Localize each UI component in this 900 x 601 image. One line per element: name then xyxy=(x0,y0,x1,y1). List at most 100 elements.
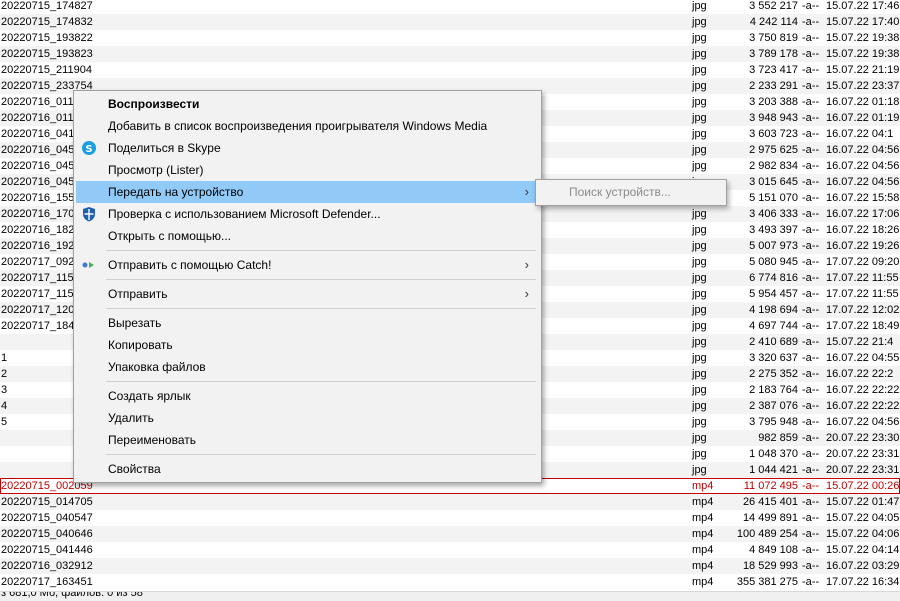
file-size: 355 381 275 xyxy=(736,576,798,588)
file-date: 16.07.22 04:1 xyxy=(826,128,894,140)
file-name: 1 xyxy=(1,352,8,364)
context-menu[interactable]: Воспроизвести Добавить в список воспроизв… xyxy=(73,90,542,483)
file-date: 17.07.22 11:55 xyxy=(826,288,899,300)
file-name: 20220716_041 xyxy=(1,128,75,140)
file-row[interactable]: 20220715_040547 mp4 14 499 891 -a-- 15.07.22… xyxy=(0,510,900,526)
file-date: 15.07.22 04:06 xyxy=(826,528,900,540)
menu-item[interactable]: Упаковка файлов xyxy=(76,356,539,378)
file-attr: -a-- xyxy=(802,144,820,156)
file-attr: -a-- xyxy=(802,128,820,140)
file-size: 3 406 333 xyxy=(749,208,798,220)
file-date: 16.07.22 17:06 xyxy=(826,208,900,220)
file-attr: -a-- xyxy=(802,288,820,300)
file-date: 16.07.22 04:56 xyxy=(826,176,900,188)
menu-item-label: Переименовать xyxy=(108,433,196,447)
chevron-right-icon: › xyxy=(524,286,529,301)
menu-item-label: Упаковка файлов xyxy=(108,360,206,374)
file-row[interactable]: 20220715_174827 jpg 3 552 217 -a-- 15.07.22 … xyxy=(0,0,900,14)
file-date: 17.07.22 18:49 xyxy=(826,320,900,332)
file-name: 2 xyxy=(1,368,8,380)
file-row[interactable]: 20220715_040646 mp4 100 489 254 -a-- 15.07.2… xyxy=(0,526,900,542)
file-attr: -a-- xyxy=(802,272,820,284)
menu-item[interactable]: Удалить xyxy=(76,407,539,429)
file-date: 16.07.22 04:56 xyxy=(826,144,900,156)
file-attr: -a-- xyxy=(802,384,820,396)
file-row[interactable]: 20220715_014705 mp4 26 415 401 -a-- 15.07.22… xyxy=(0,494,900,510)
menu-item[interactable]: Открыть с помощью... xyxy=(76,225,539,247)
menu-separator xyxy=(106,250,536,251)
file-name: 20220717_115 xyxy=(1,288,74,300)
file-name: 20220716_045 xyxy=(1,160,75,172)
file-size: 4 697 744 xyxy=(749,320,798,332)
file-row[interactable]: 20220716_032912 mp4 18 529 993 -a-- 16.07.22… xyxy=(0,558,900,574)
file-name: 20220717_115 xyxy=(1,272,74,284)
menu-item[interactable]: Переименовать xyxy=(76,429,539,451)
file-name: 20220715_193823 xyxy=(1,48,93,60)
menu-item-label: Поделиться в Skype xyxy=(108,141,221,155)
file-row[interactable]: 20220717_163451 mp4 355 381 275 -a-- 17.07.2… xyxy=(0,574,900,590)
chevron-right-icon: › xyxy=(524,184,529,199)
file-date: 15.07.22 01:47 xyxy=(826,496,900,508)
file-name: 20220715_211904 xyxy=(1,64,92,76)
file-attr: -a-- xyxy=(802,448,820,460)
file-size: 3 948 943 xyxy=(749,112,798,124)
menu-item[interactable]: Проверка с использованием Microsoft Defe… xyxy=(76,203,539,225)
menu-separator xyxy=(106,279,536,280)
menu-item[interactable]: Отправить с помощью Catch! › xyxy=(76,254,539,276)
file-name: 5 xyxy=(1,416,8,428)
file-size: 18 529 993 xyxy=(742,560,798,572)
menu-separator xyxy=(106,381,536,382)
file-row[interactable]: 20220715_041446 mp4 4 849 108 -a-- 15.07.22 … xyxy=(0,542,900,558)
file-attr: -a-- xyxy=(802,240,820,252)
menu-item-label: Просмотр (Lister) xyxy=(108,163,204,177)
file-size: 2 183 764 xyxy=(749,384,798,396)
file-size: 5 080 945 xyxy=(749,256,798,268)
menu-item-label: Передать на устройство xyxy=(108,185,244,199)
file-size: 14 499 891 xyxy=(742,512,798,524)
svg-text:S: S xyxy=(85,144,92,155)
menu-item[interactable]: Добавить в список воспроизведения проигр… xyxy=(76,115,539,137)
menu-item[interactable]: Просмотр (Lister) xyxy=(76,159,539,181)
menu-item[interactable]: Создать ярлык xyxy=(76,385,539,407)
file-attr: -a-- xyxy=(802,560,820,572)
file-attr: -a-- xyxy=(802,256,820,268)
file-row[interactable]: 20220715_193823 jpg 3 789 178 -a-- 15.07.22 … xyxy=(0,46,900,62)
file-name: 20220717_163451 xyxy=(1,576,93,588)
menu-item[interactable]: Воспроизвести xyxy=(76,93,539,115)
menu-separator xyxy=(106,308,536,309)
cast-to-device-submenu[interactable]: Поиск устройств... xyxy=(535,179,727,206)
file-row[interactable]: 20220715_174832 jpg 4 242 114 -a-- 15.07.22 … xyxy=(0,14,900,30)
menu-item-label: Создать ярлык xyxy=(108,389,191,403)
file-date: 17.07.22 09:20 xyxy=(826,256,900,268)
menu-item[interactable]: Передать на устройство › xyxy=(76,181,539,203)
status-text: з 681,0 Мб, файлов: 0 из 58 xyxy=(1,591,143,599)
file-row[interactable]: 20220715_193822 jpg 3 750 819 -a-- 15.07.22 … xyxy=(0,30,900,46)
file-size: 3 723 417 xyxy=(749,64,798,76)
skype-icon: S xyxy=(81,140,97,156)
file-size: 2 387 076 xyxy=(749,400,798,412)
file-date: 16.07.22 04:55 xyxy=(826,352,900,364)
menu-item[interactable]: Вырезать xyxy=(76,312,539,334)
file-row[interactable]: 20220715_211904 jpg 3 723 417 -a-- 15.07.22 … xyxy=(0,62,900,78)
file-date: 16.07.22 19:26 xyxy=(826,240,900,252)
file-date: 16.07.22 22:22 xyxy=(826,400,900,412)
file-name: 20220716_155 xyxy=(1,192,75,204)
file-name: 20220715_040547 xyxy=(1,512,93,524)
file-size: 2 410 689 xyxy=(749,336,798,348)
menu-item[interactable]: Отправить › xyxy=(76,283,539,305)
menu-item[interactable]: Копировать xyxy=(76,334,539,356)
file-name: 4 xyxy=(1,400,8,412)
file-attr: -a-- xyxy=(802,48,820,60)
file-date: 15.07.22 21:4 xyxy=(826,336,894,348)
file-size: 11 072 495 xyxy=(743,480,798,492)
file-attr: -a-- xyxy=(802,416,820,428)
file-attr: -a-- xyxy=(802,400,820,412)
file-size: 2 982 834 xyxy=(749,160,798,172)
menu-item[interactable]: Свойства xyxy=(76,458,539,480)
menu-separator xyxy=(106,454,536,455)
menu-item[interactable]: S Поделиться в Skype xyxy=(76,137,539,159)
file-name: 20220717_184 xyxy=(1,320,75,332)
file-name: 20220716_011 xyxy=(1,96,74,108)
menu-item-label: Свойства xyxy=(108,462,161,476)
file-name: 20220717_092 xyxy=(1,256,75,268)
